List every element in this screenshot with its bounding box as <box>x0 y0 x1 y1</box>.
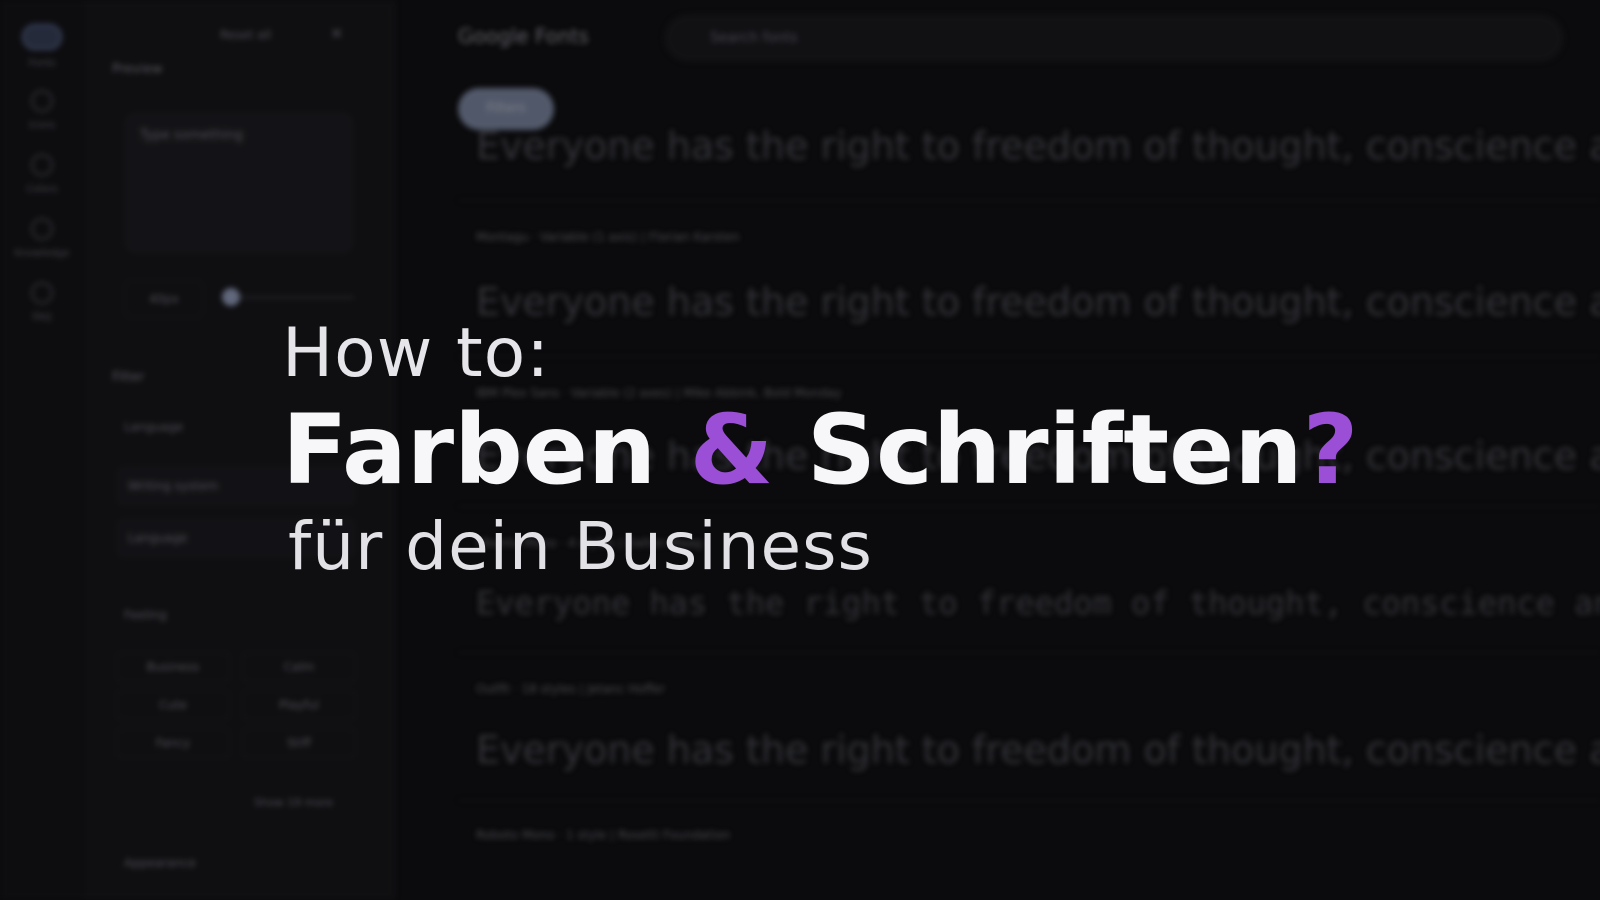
feeling-chip[interactable]: Playful <box>242 690 356 720</box>
language-label[interactable]: Language <box>124 420 183 434</box>
headline-question-mark: ? <box>1302 394 1359 506</box>
headline-how-to: How to: <box>282 314 551 393</box>
preview-heading: Preview <box>112 62 163 77</box>
rail-label: Fonts <box>28 58 56 69</box>
nav-rail: Fonts Icons Colors Knowledge FAQ <box>0 0 84 900</box>
divider <box>458 356 1600 357</box>
font-sample-text[interactable]: Everyone has the right to freedom of tho… <box>476 280 1600 324</box>
feeling-chip[interactable]: Calm <box>242 652 356 682</box>
title-slide: Fonts Icons Colors Knowledge FAQ Reset a… <box>0 0 1600 900</box>
show-more-link[interactable]: Show 19 more <box>254 796 333 809</box>
font-sample-text[interactable]: Everyone has the right to freedom of tho… <box>476 584 1600 622</box>
rail-label: Colors <box>26 184 58 195</box>
font-sample-text[interactable]: Everyone has the right to freedom of tho… <box>476 728 1600 772</box>
rail-label: Icons <box>28 120 56 131</box>
headline-subtitle: für dein Business <box>288 508 873 585</box>
appearance-label[interactable]: Appearance <box>124 856 196 870</box>
font-size-select[interactable]: 40px <box>124 280 204 318</box>
feeling-chip[interactable]: Cute <box>116 690 230 720</box>
divider <box>458 506 1600 507</box>
font-sample-text[interactable]: Everyone has the right to freedom of tho… <box>476 124 1600 168</box>
search-input[interactable]: Search fonts <box>664 14 1564 62</box>
font-card-meta[interactable]: Roboto Mono · 1 style | Rosetti Foundati… <box>476 828 730 842</box>
preview-textarea[interactable]: Type something <box>124 112 354 254</box>
rail-label: FAQ <box>32 312 52 323</box>
feeling-chip[interactable]: Fancy <box>116 728 230 758</box>
font-card-meta[interactable]: Outfit · 18 styles | Jetanc Hoffer <box>476 682 665 696</box>
rail-item-icons[interactable]: Icons <box>0 90 84 131</box>
headline-main: Farben & Schriften? <box>282 394 1358 506</box>
rail-item-colors[interactable]: Colors <box>0 154 84 195</box>
rail-label: Knowledge <box>14 248 70 259</box>
rail-item-faq[interactable]: FAQ <box>0 282 84 323</box>
google-fonts-logo[interactable]: Google Fonts <box>458 24 589 48</box>
font-icon <box>22 24 62 50</box>
feeling-label[interactable]: Feeling <box>124 608 167 622</box>
close-icon[interactable]: ✕ <box>330 24 343 43</box>
icon-icon <box>31 90 53 112</box>
reset-all-button[interactable]: Reset all <box>220 28 271 42</box>
divider <box>458 652 1600 653</box>
font-card-meta[interactable]: Montagu · Variable (1 axis) | Florian Ka… <box>476 230 739 244</box>
filter-heading: Filter <box>112 370 145 385</box>
feeling-chip[interactable]: Stiff <box>242 728 356 758</box>
feeling-chip[interactable]: Business <box>116 652 230 682</box>
headline-schriften: Schriften <box>773 394 1303 506</box>
headline-farben: Farben <box>282 394 690 506</box>
headline-ampersand: & <box>689 394 774 506</box>
size-slider-thumb[interactable] <box>222 288 240 306</box>
size-slider-track[interactable] <box>234 296 354 299</box>
divider <box>458 200 1600 201</box>
book-icon <box>31 218 53 240</box>
help-icon <box>31 282 53 304</box>
rail-item-fonts[interactable]: Fonts <box>0 24 84 69</box>
divider <box>458 800 1600 801</box>
rail-item-knowledge[interactable]: Knowledge <box>0 218 84 259</box>
top-bar: Google Fonts Search fonts <box>420 0 1600 72</box>
palette-icon <box>31 154 53 176</box>
